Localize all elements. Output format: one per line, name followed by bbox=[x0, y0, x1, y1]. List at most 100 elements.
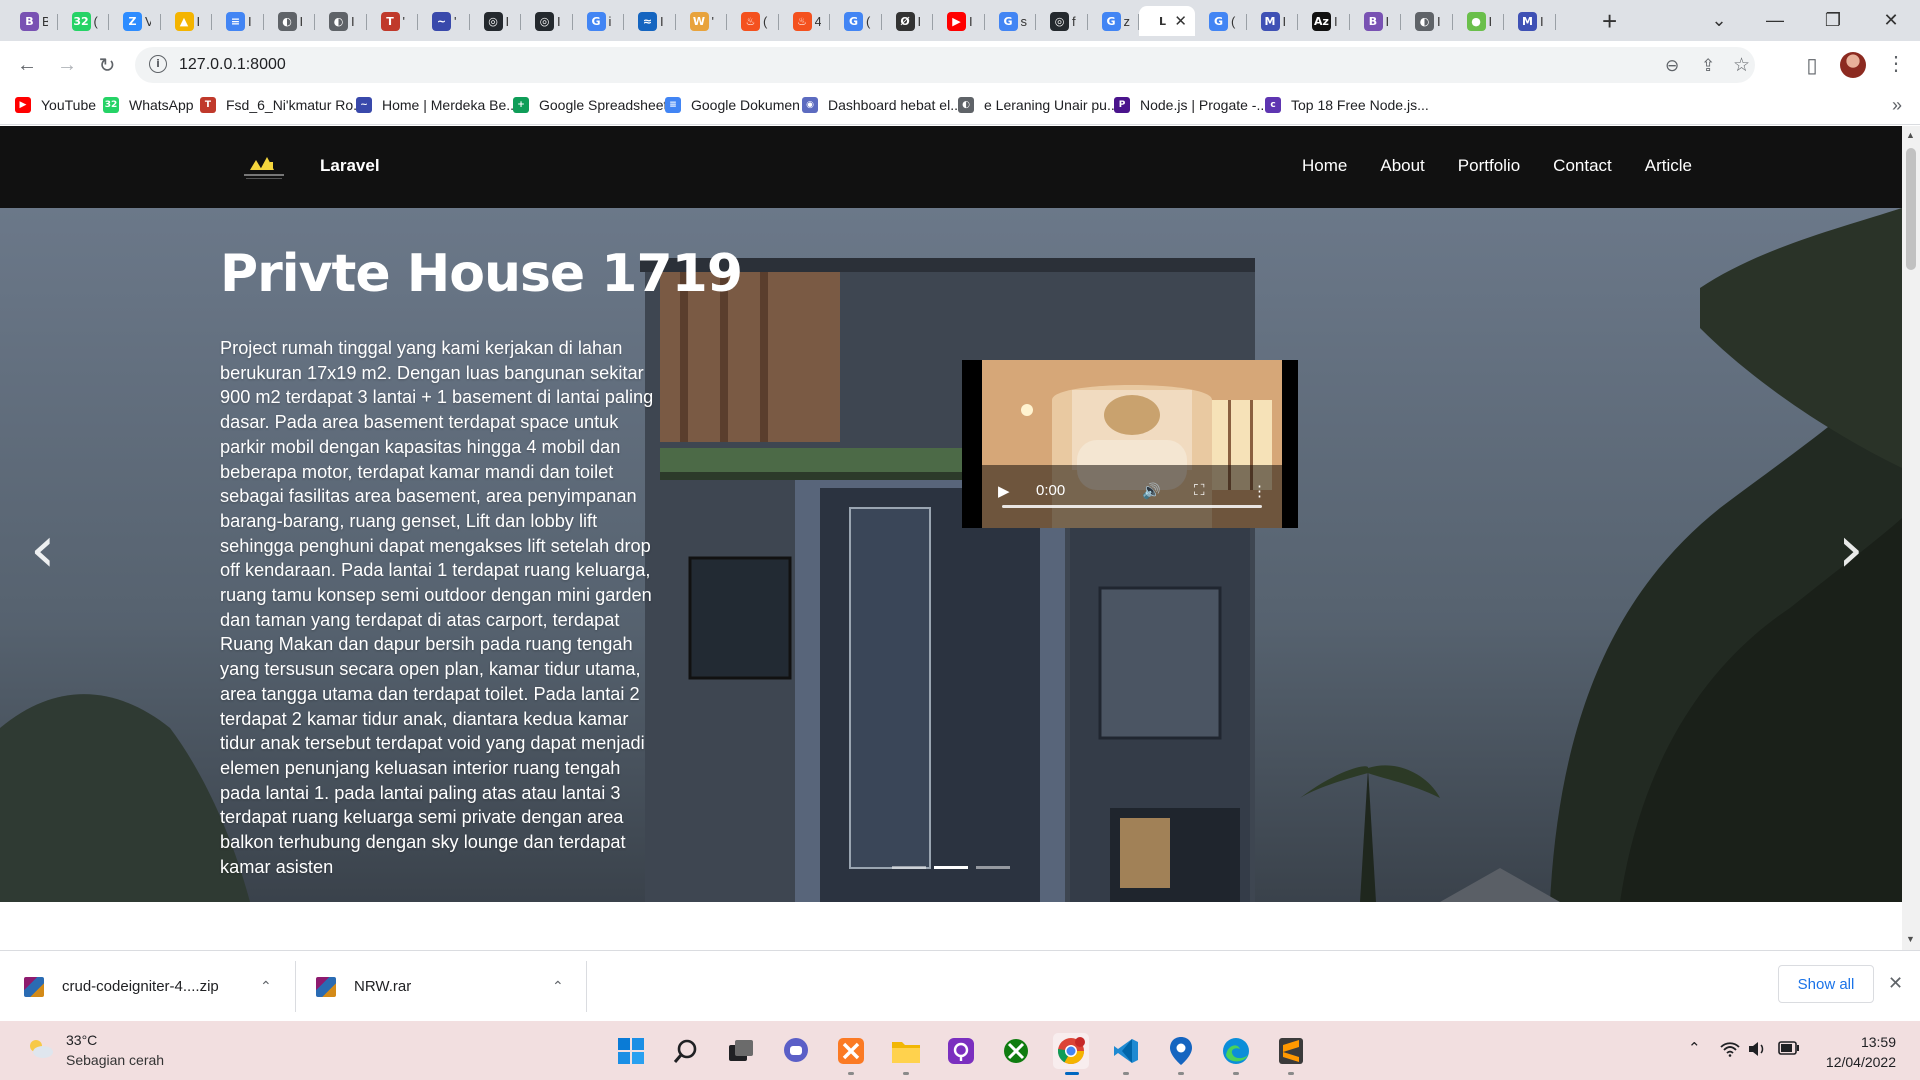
maximize-button[interactable]: ❐ bbox=[1804, 0, 1862, 41]
weather-partly-cloudy-icon[interactable] bbox=[26, 1037, 54, 1059]
bookmark-item[interactable]: c Top 18 Free Node.js... bbox=[1265, 97, 1429, 113]
brand-logo-icon[interactable] bbox=[240, 148, 288, 186]
address-bar[interactable]: i 127.0.0.1:8000 ⊖ ⇪ ☆ bbox=[135, 47, 1755, 83]
wifi-icon[interactable] bbox=[1720, 1041, 1740, 1061]
browser-tab[interactable]: ● I bbox=[1453, 6, 1505, 36]
brand-name[interactable]: Laravel bbox=[320, 156, 380, 176]
browser-tab[interactable]: BI bbox=[1350, 6, 1402, 36]
show-all-downloads-button[interactable]: Show all bbox=[1778, 965, 1874, 1003]
chevron-up-icon[interactable]: ⌃ bbox=[552, 978, 564, 995]
page-scrollbar[interactable]: ▲ ▼ bbox=[1902, 126, 1920, 950]
browser-tab[interactable]: 32( bbox=[58, 6, 110, 36]
browser-tab[interactable]: MI bbox=[1247, 6, 1299, 36]
start-icon[interactable] bbox=[613, 1033, 649, 1069]
tab-close-icon[interactable]: ✕ bbox=[1174, 12, 1187, 30]
xbox-icon[interactable] bbox=[998, 1033, 1034, 1069]
chrome-icon[interactable] bbox=[1053, 1033, 1089, 1075]
browser-tab[interactable]: ØI bbox=[882, 6, 934, 36]
bookmark-item[interactable]: ◐ e Leraning Unair pu... bbox=[958, 97, 1119, 113]
carousel-indicator[interactable] bbox=[934, 866, 968, 869]
window-close-button[interactable]: ✕ bbox=[1862, 0, 1920, 41]
browser-tab[interactable]: ♨( bbox=[727, 6, 779, 36]
system-clock[interactable]: 13:59 12/04/2022 bbox=[1818, 1032, 1896, 1072]
browser-tab[interactable]: ◎ I bbox=[470, 6, 522, 36]
carousel-indicator[interactable] bbox=[892, 866, 926, 869]
browser-tab[interactable]: MI bbox=[1504, 6, 1556, 36]
xampp-icon[interactable] bbox=[833, 1033, 869, 1075]
podcasts-icon[interactable] bbox=[943, 1033, 979, 1069]
browser-tab[interactable]: Gs bbox=[985, 6, 1037, 36]
bookmark-item[interactable]: P Node.js | Progate -... bbox=[1114, 97, 1268, 113]
browser-tab[interactable]: ▲ I bbox=[161, 6, 213, 36]
volume-icon[interactable] bbox=[1748, 1041, 1766, 1061]
scroll-down-icon[interactable]: ▼ bbox=[1906, 934, 1915, 944]
side-panel-icon[interactable]: ▯ bbox=[1798, 51, 1826, 79]
browser-tab[interactable]: ≈ I bbox=[624, 6, 676, 36]
browser-tab[interactable]: ▶ I bbox=[933, 6, 985, 36]
browser-tab[interactable]: BB bbox=[6, 6, 58, 36]
download-item[interactable]: crud-codeigniter-4....zip ⌃ bbox=[24, 951, 274, 1022]
browser-tab[interactable]: Az I bbox=[1298, 6, 1350, 36]
carousel-next-icon[interactable]: › bbox=[1838, 518, 1864, 582]
bookmark-item[interactable]: + Google Spreadsheet bbox=[513, 97, 667, 113]
browser-tab[interactable]: ◎ f bbox=[1036, 6, 1088, 36]
browser-tab[interactable]: ≡ I bbox=[212, 6, 264, 36]
site-info-icon[interactable]: i bbox=[149, 55, 167, 73]
bookmark-item[interactable]: T Fsd_6_Ni'kmatur Ro... bbox=[200, 97, 365, 113]
nav-link-article[interactable]: Article bbox=[1645, 156, 1692, 176]
browser-tab[interactable]: ◐ I bbox=[315, 6, 367, 36]
carousel-indicator[interactable] bbox=[976, 866, 1010, 869]
video-player[interactable]: ▶ 0:00 🔊 ⛶ ⋮ bbox=[962, 360, 1298, 528]
volume-icon[interactable]: 🔊 bbox=[1142, 482, 1161, 500]
zoom-icon[interactable]: ⊖ bbox=[1665, 56, 1679, 76]
bookmark-item[interactable]: ◉ Dashboard hebat el... bbox=[802, 97, 962, 113]
scrollbar-thumb[interactable] bbox=[1906, 148, 1916, 270]
browser-tab[interactable]: Gz bbox=[1088, 6, 1140, 36]
bookmark-item[interactable]: ≡ Google Dokumen bbox=[665, 97, 800, 113]
bookmark-item[interactable]: ~ Home | Merdeka Be... bbox=[356, 97, 518, 113]
sublime-text-icon[interactable] bbox=[1273, 1033, 1309, 1075]
nav-link-home[interactable]: Home bbox=[1302, 156, 1347, 176]
browser-tab[interactable]: ZV bbox=[109, 6, 161, 36]
browser-tab[interactable]: ~ ' bbox=[418, 6, 470, 36]
vscode-icon[interactable] bbox=[1108, 1033, 1144, 1075]
browser-tab[interactable]: G( bbox=[830, 6, 882, 36]
new-tab-button[interactable]: + bbox=[1602, 6, 1617, 36]
nav-link-portfolio[interactable]: Portfolio bbox=[1458, 156, 1520, 176]
search-icon[interactable] bbox=[668, 1033, 704, 1069]
tab-search-button[interactable]: ⌄ bbox=[1690, 0, 1748, 41]
weather-description[interactable]: Sebagian cerah bbox=[66, 1052, 164, 1068]
browser-menu-icon[interactable]: ⋮ bbox=[1886, 51, 1906, 76]
edge-icon[interactable] bbox=[1218, 1033, 1254, 1075]
back-icon[interactable]: ← bbox=[13, 51, 41, 79]
maps-icon[interactable] bbox=[1163, 1033, 1199, 1075]
carousel-prev-icon[interactable]: ‹ bbox=[30, 518, 56, 582]
url-text[interactable]: 127.0.0.1:8000 bbox=[179, 56, 286, 74]
scroll-up-icon[interactable]: ▲ bbox=[1906, 130, 1915, 140]
reload-icon[interactable]: ↻ bbox=[93, 51, 121, 79]
browser-tab[interactable]: ◎ I bbox=[521, 6, 573, 36]
browser-tab[interactable]: ♨ 4 bbox=[779, 6, 831, 36]
forward-icon[interactable]: → bbox=[53, 51, 81, 79]
browser-tab[interactable]: ◐ I bbox=[264, 6, 316, 36]
browser-tab[interactable]: Gi bbox=[573, 6, 625, 36]
profile-avatar[interactable] bbox=[1840, 52, 1866, 78]
battery-icon[interactable] bbox=[1778, 1041, 1800, 1059]
browser-tab-active[interactable]: L ✕ bbox=[1139, 6, 1195, 36]
bookmark-item[interactable]: 32 WhatsApp bbox=[103, 97, 194, 113]
file-explorer-icon[interactable] bbox=[888, 1033, 924, 1075]
bookmark-item[interactable]: ▶ YouTube bbox=[15, 97, 96, 113]
tray-overflow-icon[interactable]: ⌃ bbox=[1688, 1039, 1701, 1057]
share-icon[interactable]: ⇪ bbox=[1701, 56, 1715, 76]
bookmarks-overflow-icon[interactable]: » bbox=[1892, 95, 1902, 116]
video-more-icon[interactable]: ⋮ bbox=[1252, 482, 1267, 500]
video-progress-bar[interactable] bbox=[1002, 505, 1262, 508]
teams-chat-icon[interactable] bbox=[778, 1033, 814, 1069]
browser-tab[interactable]: ◐ I bbox=[1401, 6, 1453, 36]
minimize-button[interactable]: — bbox=[1746, 0, 1804, 41]
chevron-up-icon[interactable]: ⌃ bbox=[260, 978, 272, 995]
nav-link-about[interactable]: About bbox=[1380, 156, 1424, 176]
close-shelf-icon[interactable]: ✕ bbox=[1888, 973, 1903, 994]
play-icon[interactable]: ▶ bbox=[998, 482, 1010, 500]
fullscreen-icon[interactable]: ⛶ bbox=[1194, 482, 1205, 499]
